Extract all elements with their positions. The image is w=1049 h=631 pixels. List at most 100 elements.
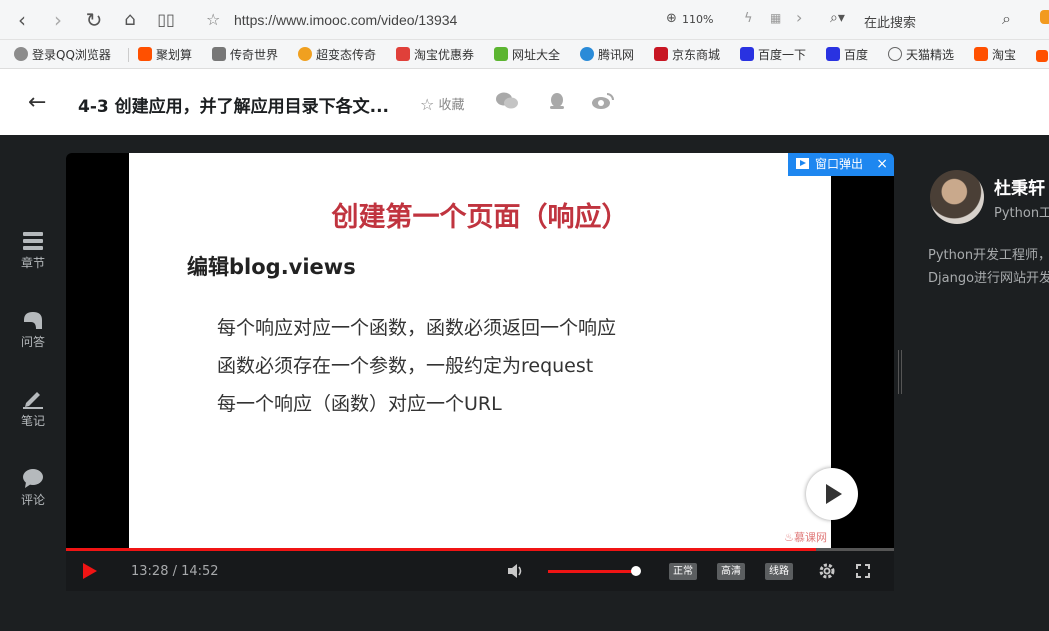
- slide-line: 每个响应对应一个函数，函数必须返回一个响应: [217, 317, 617, 339]
- slide-title: 创建第一个页面（响应）: [331, 202, 629, 233]
- bookmark-label: 淘宝: [992, 48, 1017, 62]
- weibo-icon[interactable]: [592, 92, 614, 110]
- bookmark-item[interactable]: 淘宝: [974, 46, 1016, 64]
- volume-fill: [548, 570, 632, 573]
- bookmark-item[interactable]: 天猫精选: [888, 46, 954, 64]
- fullscreen-icon[interactable]: [854, 562, 872, 580]
- refresh-icon[interactable]: ↻: [82, 8, 106, 32]
- volume-icon[interactable]: [506, 562, 524, 580]
- side-nav-chapters[interactable]: 章节: [0, 231, 66, 289]
- address-bar[interactable]: ☆ https://www.imooc.com/video/13934 ⊕ 11…: [196, 6, 1028, 34]
- time-display: 13:28 / 14:52: [131, 564, 219, 579]
- zoom-icon[interactable]: ⊕: [666, 11, 677, 26]
- side-nav-notes[interactable]: 笔记: [0, 389, 66, 447]
- favorite-label: 收藏: [438, 98, 465, 113]
- back-icon[interactable]: ‹: [10, 8, 34, 32]
- bookmark-item[interactable]: 聚划算: [138, 46, 192, 64]
- teacher-desc-line: Django进行网站开发: [928, 271, 1049, 286]
- bookmark-label: 超变态传奇: [316, 48, 377, 62]
- panel-resize-handle[interactable]: [898, 350, 902, 394]
- close-icon[interactable]: ×: [876, 153, 888, 176]
- favorite-button[interactable]: ☆ 收藏: [420, 94, 465, 114]
- globe-icon: [888, 47, 902, 61]
- divider: [128, 48, 129, 62]
- bookmark-item[interactable]: 腾讯网: [580, 46, 634, 64]
- play-button-icon[interactable]: [82, 562, 98, 580]
- imooc-logo: ♨慕课网: [784, 529, 827, 545]
- logo-text: 慕课网: [794, 531, 827, 544]
- bookmarks-bar: 登录QQ浏览器 聚划算 传奇世界 超变态传奇 淘宝优惠券 网址大全 腾讯网 京东…: [0, 40, 1049, 69]
- page-header: ← 4-3 创建应用，并了解应用目录下各文... ☆ 收藏: [0, 70, 1049, 135]
- coupon-icon: [396, 47, 410, 61]
- qa-icon: [24, 312, 42, 329]
- volume-knob[interactable]: [631, 566, 641, 576]
- play-icon: [826, 484, 842, 504]
- bookmark-label: 百度一下: [758, 48, 807, 62]
- bookmark-label: 百度: [844, 48, 869, 62]
- search-icon[interactable]: ⌕: [1002, 9, 1011, 29]
- popout-button[interactable]: 窗口弹出 ×: [788, 153, 894, 176]
- side-nav-label: 问答: [20, 335, 45, 349]
- side-nav-label: 笔记: [20, 414, 45, 428]
- more-bookmarks-icon[interactable]: [1036, 50, 1048, 62]
- bookmark-label: 传奇世界: [230, 48, 279, 62]
- browser-toolbar: ‹ › ↻ ⌂ ▯▯ ☆ https://www.imooc.com/video…: [0, 0, 1049, 40]
- lightning-icon[interactable]: ϟ: [744, 11, 753, 26]
- extension-icon[interactable]: [1040, 10, 1049, 24]
- slide-line: 每一个响应（函数）对应一个URL: [217, 393, 502, 415]
- slide-line: 函数必须存在一个参数，一般约定为request: [217, 355, 594, 377]
- jd-icon: [654, 47, 668, 61]
- star-icon: ☆: [420, 95, 435, 114]
- bookmark-item[interactable]: 登录QQ浏览器: [14, 46, 111, 64]
- side-nav-qa[interactable]: 问答: [0, 310, 66, 368]
- bookmark-item[interactable]: 传奇世界: [212, 46, 278, 64]
- reader-icon[interactable]: ▯▯: [154, 8, 178, 32]
- bookmark-item[interactable]: 网址大全: [494, 46, 560, 64]
- qq-icon[interactable]: [546, 92, 568, 110]
- baidu-icon: [826, 47, 840, 61]
- url-text[interactable]: https://www.imooc.com/video/13934: [234, 12, 457, 28]
- bookmark-item[interactable]: 京东商城: [654, 46, 720, 64]
- bookmark-label: 京东商城: [672, 48, 721, 62]
- bookmark-item[interactable]: 超变态传奇: [298, 46, 376, 64]
- slide-subtitle: 编辑blog.views: [187, 255, 356, 279]
- side-nav-label: 评论: [20, 493, 45, 507]
- search-engine-icon[interactable]: ⌕▾: [830, 10, 845, 26]
- avatar[interactable]: [930, 170, 984, 224]
- qrcode-icon[interactable]: ▦: [770, 11, 781, 25]
- speed-button[interactable]: 正常: [669, 563, 697, 580]
- bookmark-item[interactable]: 百度: [826, 46, 868, 64]
- side-nav-comments[interactable]: 评论: [0, 468, 66, 526]
- video-frame: 创建第一个页面（响应） 编辑blog.views 每个响应对应一个函数，函数必须…: [129, 153, 831, 548]
- bookmark-label: 腾讯网: [598, 48, 635, 62]
- route-button[interactable]: 线路: [765, 563, 793, 580]
- user-icon: [14, 47, 28, 61]
- forward-icon[interactable]: ›: [46, 8, 70, 32]
- bookmark-item[interactable]: 百度一下: [740, 46, 806, 64]
- teacher-desc-line: Python开发工程师，: [928, 248, 1049, 263]
- teacher-name[interactable]: 杜秉轩: [994, 174, 1045, 199]
- quality-button[interactable]: 高清: [717, 563, 745, 580]
- bookmark-label: 登录QQ浏览器: [32, 48, 111, 62]
- chevron-right-icon[interactable]: ›: [796, 8, 802, 27]
- back-arrow-icon[interactable]: ←: [28, 90, 46, 115]
- gear-icon[interactable]: [818, 562, 836, 580]
- wechat-icon[interactable]: [496, 92, 518, 110]
- smile-icon: [298, 47, 312, 61]
- chapters-icon: [23, 232, 43, 250]
- teacher-description: Python开发工程师， Django进行网站开发: [928, 244, 1049, 290]
- video-player[interactable]: 创建第一个页面（响应） 编辑blog.views 每个响应对应一个函数，函数必须…: [66, 153, 894, 591]
- note-icon: [23, 392, 43, 409]
- star-icon[interactable]: ☆: [206, 10, 220, 29]
- home-icon[interactable]: ⌂: [118, 8, 142, 32]
- volume-slider[interactable]: [548, 570, 636, 573]
- big-play-button[interactable]: [806, 468, 858, 520]
- zoom-level[interactable]: 110%: [682, 13, 713, 26]
- side-nav: 章节 问答 笔记 评论: [0, 135, 66, 631]
- bookmark-label: 淘宝优惠券: [414, 48, 475, 62]
- hao-icon: [494, 47, 508, 61]
- bookmark-item[interactable]: 淘宝优惠券: [396, 46, 474, 64]
- baidu-icon: [740, 47, 754, 61]
- search-input[interactable]: 在此搜索: [864, 12, 916, 31]
- bookmark-label: 网址大全: [512, 48, 561, 62]
